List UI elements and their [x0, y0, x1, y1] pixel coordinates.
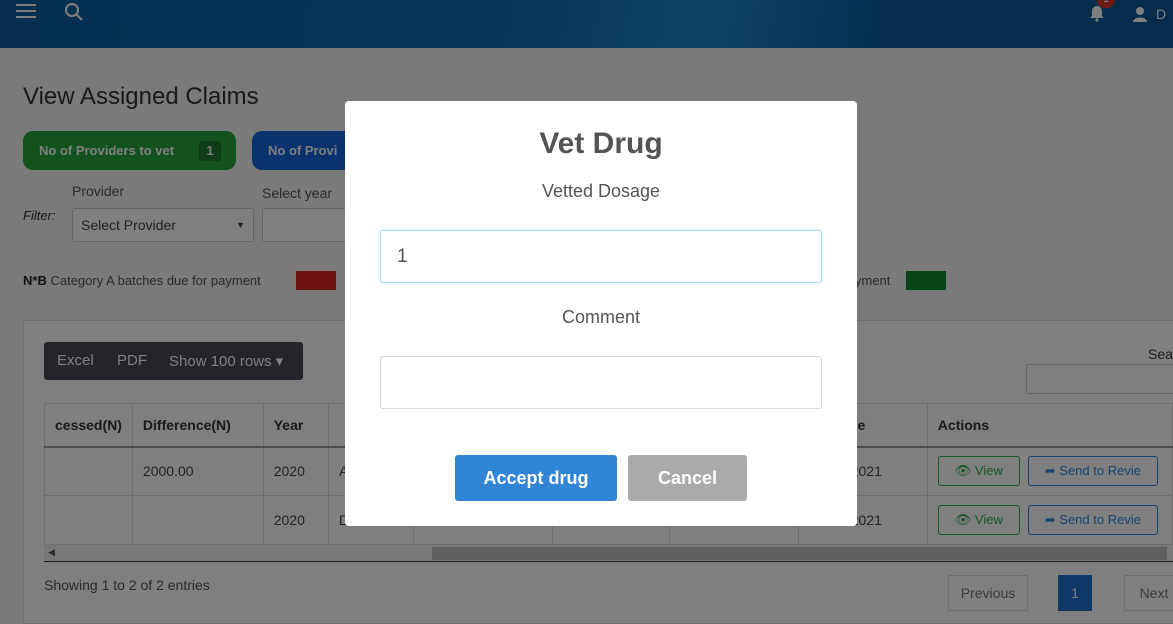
comment-input[interactable] [380, 356, 822, 409]
cancel-button[interactable]: Cancel [628, 455, 747, 501]
dialog-title: Vet Drug [539, 127, 663, 160]
accept-drug-button[interactable]: Accept drug [455, 455, 617, 501]
vetted-dosage-input[interactable] [380, 230, 822, 283]
vet-drug-dialog: Vet Drug Vetted Dosage Comment Accept dr… [345, 101, 857, 526]
comment-label: Comment [561, 307, 641, 327]
vetted-dosage-label: Vetted Dosage [541, 181, 661, 201]
